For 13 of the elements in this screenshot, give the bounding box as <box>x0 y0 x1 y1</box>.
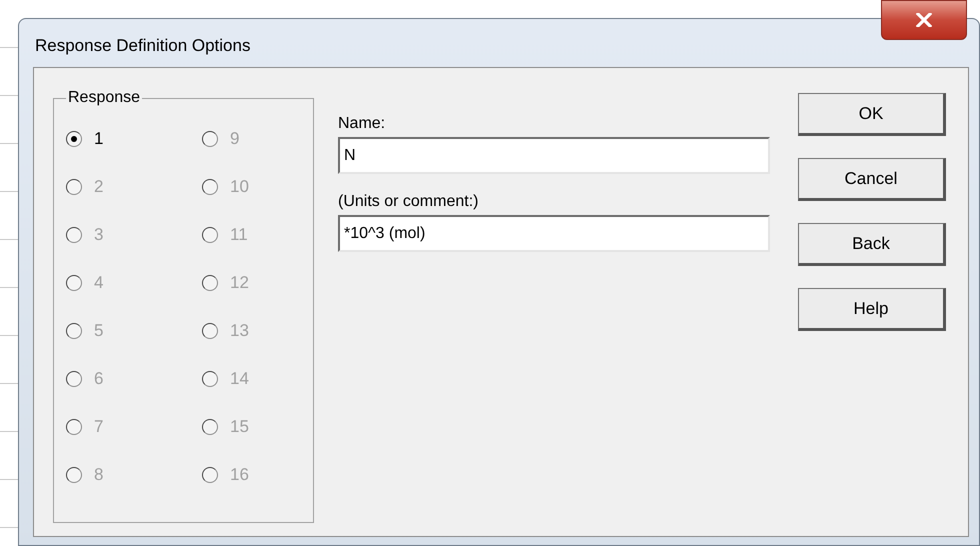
close-button[interactable] <box>881 0 967 40</box>
close-icon <box>916 13 932 27</box>
input-field[interactable]: N <box>338 137 770 174</box>
window-title: Response Definition Options <box>35 35 250 57</box>
dialog-button[interactable]: Back <box>798 223 946 266</box>
radio-option[interactable]: 1 <box>66 127 104 151</box>
dialog-button[interactable]: Help <box>798 288 946 331</box>
field-label: (Units or comment:) <box>338 192 480 212</box>
field-label: Name: <box>338 114 386 134</box>
dialog-button[interactable]: Cancel <box>798 158 946 201</box>
group-label: Response <box>66 88 142 108</box>
input-field[interactable]: *10^3 (mol) <box>338 215 770 252</box>
dialog-button[interactable]: OK <box>798 93 946 136</box>
